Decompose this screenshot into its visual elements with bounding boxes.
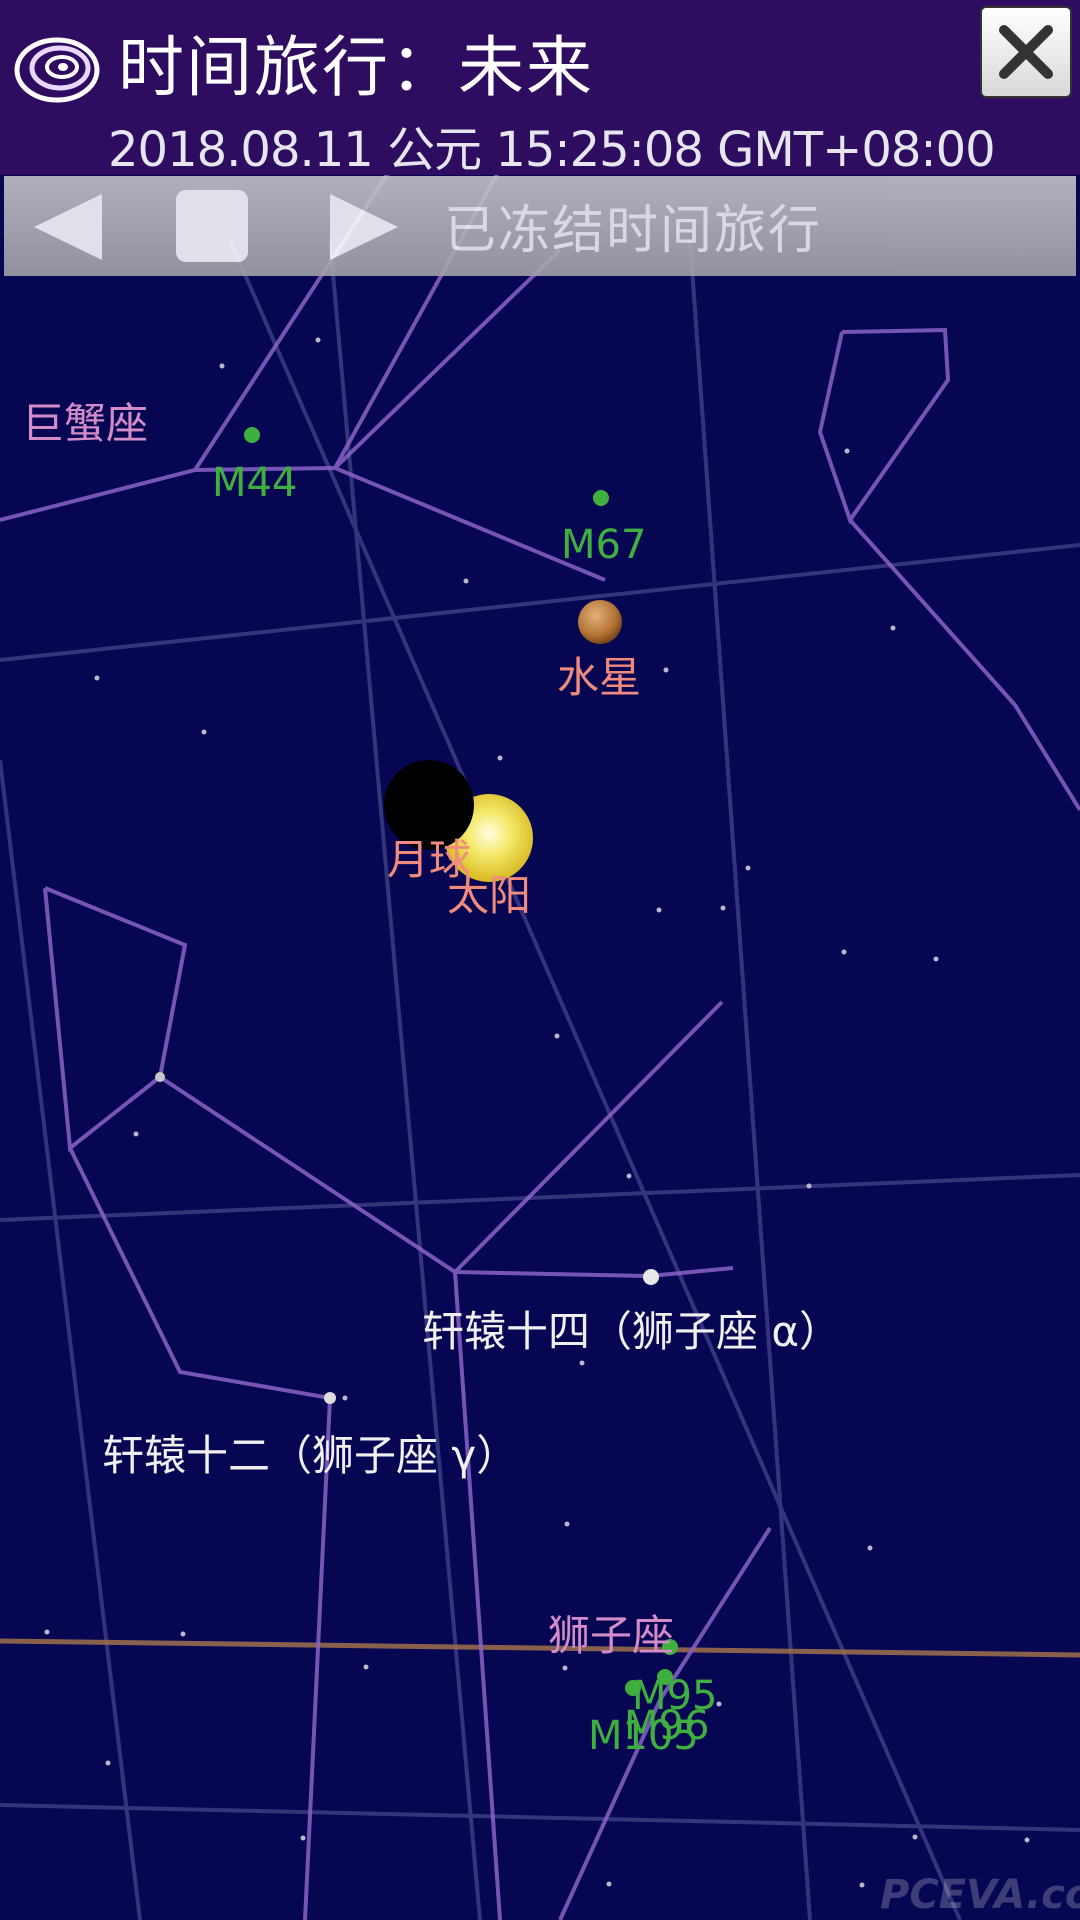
play-forward-icon [330, 194, 398, 260]
current-datetime: 2018.08.11 公元 15:25:08 GMT+08:00 [108, 122, 996, 178]
star-algieba [324, 1392, 336, 1404]
m67-label: M67 [561, 522, 647, 568]
star-chart[interactable] [0, 0, 1080, 1920]
title-bar: 时间旅行：未来 2018.08.11 公元 15:25:08 GMT+08:00 [0, 0, 1080, 178]
mercury-label: 水星 [557, 653, 642, 702]
play-backward-icon [34, 194, 102, 260]
stop-button[interactable] [174, 188, 250, 264]
m67-marker [593, 490, 609, 506]
watermark: PCEVA.com.cn [880, 1872, 1080, 1918]
m44-marker [244, 427, 260, 443]
page-title: 时间旅行：未来 [118, 29, 594, 106]
fast-forward-button[interactable] [322, 192, 402, 262]
regulus-label: 轩辕十四（狮子座 α） [422, 1307, 842, 1356]
close-icon [999, 25, 1053, 79]
rewind-button[interactable] [30, 192, 110, 262]
close-button[interactable] [980, 6, 1072, 98]
constellation-label-leo: 狮子座 [548, 1611, 675, 1660]
ecliptic-line [0, 1638, 1080, 1658]
galaxy-icon [14, 37, 100, 103]
stop-icon [176, 190, 248, 262]
star-cancer-delta [155, 1072, 165, 1082]
m44-label: M44 [212, 460, 298, 506]
m105-label: M105 [588, 1713, 699, 1759]
time-travel-status: 已冻结时间旅行 [444, 201, 823, 261]
mercury-planet [578, 600, 622, 644]
time-travel-controls: 已冻结时间旅行 [4, 176, 1076, 276]
background-stars [44, 337, 1030, 1888]
sun-label: 太阳 [447, 871, 532, 920]
star-regulus [643, 1269, 659, 1285]
constellation-label-cancer: 巨蟹座 [22, 399, 149, 448]
algieba-label: 轩辕十二（狮子座 γ） [102, 1431, 519, 1480]
